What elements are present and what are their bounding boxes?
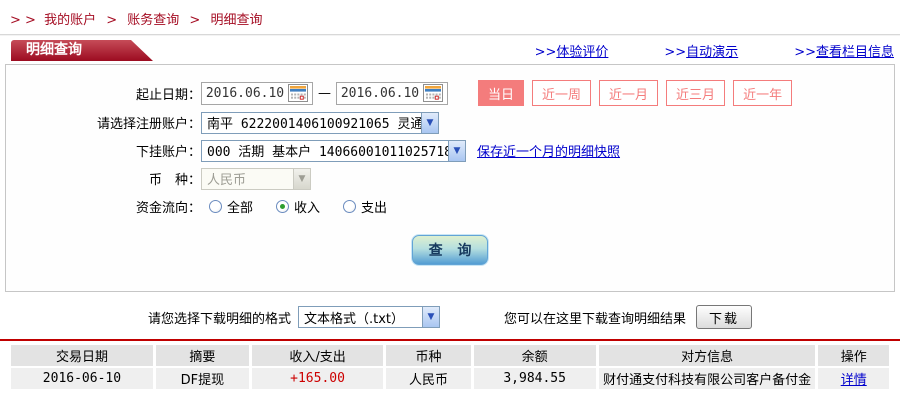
link-view-column-info[interactable]: >>查看栏目信息: [794, 41, 894, 60]
fund-flow-label: 资金流向：: [6, 197, 201, 216]
cell-balance: 3,984.55: [474, 368, 596, 389]
breadcrumb-item-my-account[interactable]: 我的账户: [44, 13, 96, 28]
detail-link[interactable]: 详情: [841, 373, 867, 388]
col-header-amount: 收入/支出: [252, 345, 384, 366]
chevron-down-icon: ▼: [293, 169, 310, 189]
period-button-last-week[interactable]: 近一周: [532, 80, 591, 106]
query-form-panel: 起止日期： —: [5, 64, 895, 292]
period-button-last-month[interactable]: 近一月: [599, 80, 658, 106]
calendar-icon[interactable]: [287, 84, 308, 103]
flow-radio-all-label: 全部: [227, 197, 253, 216]
fund-flow-row: 资金流向： 全部 收入 支出: [6, 195, 894, 218]
link-label: 查看栏目信息: [816, 45, 894, 60]
date-from-input[interactable]: [203, 86, 287, 101]
date-from-box: [201, 82, 313, 105]
radio-icon: [343, 200, 356, 213]
cell-counterparty: 财付通支付科技有限公司客户备付金: [599, 368, 816, 389]
download-button[interactable]: 下载: [696, 305, 752, 329]
cell-amount: +165.00: [252, 368, 384, 389]
header-links: >>体验评价 >>自动演示 >>查看栏目信息: [535, 40, 900, 61]
breadcrumb-item-account-query[interactable]: 账务查询: [127, 13, 179, 28]
period-button-last-year[interactable]: 近一年: [733, 80, 792, 106]
col-header-action: 操作: [818, 345, 889, 366]
download-format-value: 文本格式（.txt）: [299, 308, 422, 327]
link-prefix: >>: [535, 45, 557, 60]
register-account-row: 请选择注册账户： 南平 6222001406100921065 灵通卡 ▼: [6, 111, 894, 134]
table-header-row: 交易日期 摘要 收入/支出 币种 余额 对方信息 操作: [11, 345, 889, 366]
col-header-summary: 摘要: [156, 345, 249, 366]
register-account-label: 请选择注册账户：: [6, 113, 201, 132]
download-hint: 您可以在这里下载查询明细结果: [504, 308, 686, 327]
chevron-down-icon: ▼: [422, 307, 439, 327]
flow-radio-expense[interactable]: 支出: [343, 197, 387, 216]
currency-row: 币 种： 人民币 ▼: [6, 167, 894, 190]
save-snapshot-link[interactable]: 保存近一个月的明细快照: [477, 141, 620, 160]
link-prefix: >>: [794, 45, 816, 60]
page-title-tab: 明细查询: [11, 40, 153, 61]
flow-radio-expense-label: 支出: [361, 197, 387, 216]
sub-account-label: 下挂账户：: [6, 141, 201, 160]
download-format-select[interactable]: 文本格式（.txt） ▼: [298, 306, 440, 328]
link-auto-demo[interactable]: >>自动演示: [664, 41, 738, 60]
breadcrumb-prefix: > >: [10, 13, 36, 28]
section-header: 明细查询 >>体验评价 >>自动演示 >>查看栏目信息: [0, 40, 900, 61]
calendar-icon[interactable]: [422, 84, 443, 103]
breadcrumb-separator: >: [189, 13, 200, 28]
cell-currency: 人民币: [386, 368, 470, 389]
radio-icon: [209, 200, 222, 213]
breadcrumb: > > 我的账户 > 账务查询 > 明细查询: [0, 0, 900, 35]
link-label: 体验评价: [556, 45, 608, 60]
transactions-table: 交易日期 摘要 收入/支出 币种 余额 对方信息 操作 2016-06-10 D…: [8, 343, 892, 391]
breadcrumb-item-detail-query[interactable]: 明细查询: [210, 13, 262, 28]
link-experience-feedback[interactable]: >>体验评价: [535, 41, 609, 60]
register-account-select[interactable]: 南平 6222001406100921065 灵通卡 ▼: [201, 112, 439, 134]
chevron-down-icon: ▼: [421, 113, 438, 133]
period-button-last-3-months[interactable]: 近三月: [666, 80, 725, 106]
date-to-input[interactable]: [338, 86, 422, 101]
date-to-box: [336, 82, 448, 105]
table-row: 2016-06-10 DF提现 +165.00 人民币 3,984.55 财付通…: [11, 368, 889, 389]
breadcrumb-separator: >: [106, 13, 117, 28]
flow-radio-all[interactable]: 全部: [209, 197, 253, 216]
register-account-value: 南平 6222001406100921065 灵通卡: [202, 113, 421, 132]
link-label: 自动演示: [686, 45, 738, 60]
link-prefix: >>: [664, 45, 686, 60]
date-range-row: 起止日期： —: [6, 80, 894, 106]
download-format-label: 请您选择下载明细的格式: [148, 308, 291, 327]
radio-checked-icon: [276, 200, 289, 213]
sub-account-select[interactable]: 000 活期 基本户 1406600101102571848 ▼: [201, 140, 466, 162]
download-row: 请您选择下载明细的格式 文本格式（.txt） ▼ 您可以在这里下载查询明细结果 …: [0, 304, 900, 330]
cell-summary: DF提现: [156, 368, 249, 389]
date-range-dash: —: [318, 86, 331, 101]
flow-radio-income-label: 收入: [294, 197, 320, 216]
currency-select-disabled: 人民币 ▼: [201, 168, 311, 190]
col-header-date: 交易日期: [11, 345, 153, 366]
currency-value: 人民币: [202, 169, 293, 188]
period-button-today[interactable]: 当日: [478, 80, 524, 106]
col-header-currency: 币种: [386, 345, 470, 366]
col-header-counterparty: 对方信息: [599, 345, 816, 366]
sub-account-row: 下挂账户： 000 活期 基本户 1406600101102571848 ▼ 保…: [6, 139, 894, 162]
col-header-balance: 余额: [474, 345, 596, 366]
cell-action: 详情: [818, 368, 889, 389]
chevron-down-icon: ▼: [448, 141, 465, 161]
currency-label: 币 种：: [6, 169, 201, 188]
sub-account-value: 000 活期 基本户 1406600101102571848: [202, 141, 448, 160]
table-divider-line: [0, 339, 900, 341]
date-range-label: 起止日期：: [6, 84, 201, 103]
query-button[interactable]: 查 询: [412, 235, 488, 265]
flow-radio-income[interactable]: 收入: [276, 197, 320, 216]
cell-date: 2016-06-10: [11, 368, 153, 389]
